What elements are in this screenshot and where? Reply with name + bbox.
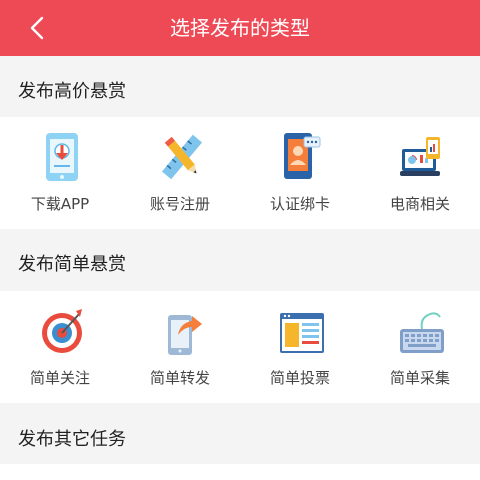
section-title-high-reward: 发布高价悬赏 (18, 81, 126, 102)
id-card-phone-icon (284, 133, 321, 179)
task-simple-collect[interactable]: 简单采集 (360, 291, 480, 403)
section-title-simple-reward: 发布简单悬赏 (18, 254, 126, 275)
task-simple-vote[interactable]: 简单投票 (240, 291, 360, 403)
task-label: 简单转发 (149, 369, 210, 387)
task-label: 简单关注 (29, 369, 90, 387)
keyboard-icon (400, 312, 444, 353)
task-account-register[interactable]: 账号注册 (120, 117, 240, 229)
high-reward-grid: 下载APP 账号注册 认证绑卡 电商相关 (0, 117, 480, 229)
share-phone-icon (168, 315, 202, 355)
ruler-pencil-icon (161, 134, 203, 180)
task-label: 简单投票 (269, 369, 330, 387)
laptop-chart-icon (400, 137, 440, 176)
app-header: 选择发布的类型 (0, 0, 480, 56)
target-icon (42, 309, 82, 353)
task-label: 下载APP (30, 195, 90, 213)
task-label: 简单采集 (389, 369, 450, 387)
task-download-app[interactable]: 下载APP (0, 117, 120, 229)
simple-reward-grid: 简单关注 简单转发 简单投票 简单采集 (0, 291, 480, 403)
task-simple-share[interactable]: 简单转发 (120, 291, 240, 403)
task-label: 账号注册 (149, 195, 210, 213)
task-ecommerce[interactable]: 电商相关 (360, 117, 480, 229)
other-tasks-grid (0, 464, 480, 480)
task-label: 认证绑卡 (269, 195, 330, 213)
task-label: 电商相关 (389, 195, 450, 213)
section-title-other-tasks: 发布其它任务 (18, 429, 126, 450)
browser-window-icon (280, 313, 324, 353)
page-title: 选择发布的类型 (170, 16, 310, 40)
download-phone-icon (46, 133, 78, 181)
task-simple-follow[interactable]: 简单关注 (0, 291, 120, 403)
task-verify-bind-card[interactable]: 认证绑卡 (240, 117, 360, 229)
